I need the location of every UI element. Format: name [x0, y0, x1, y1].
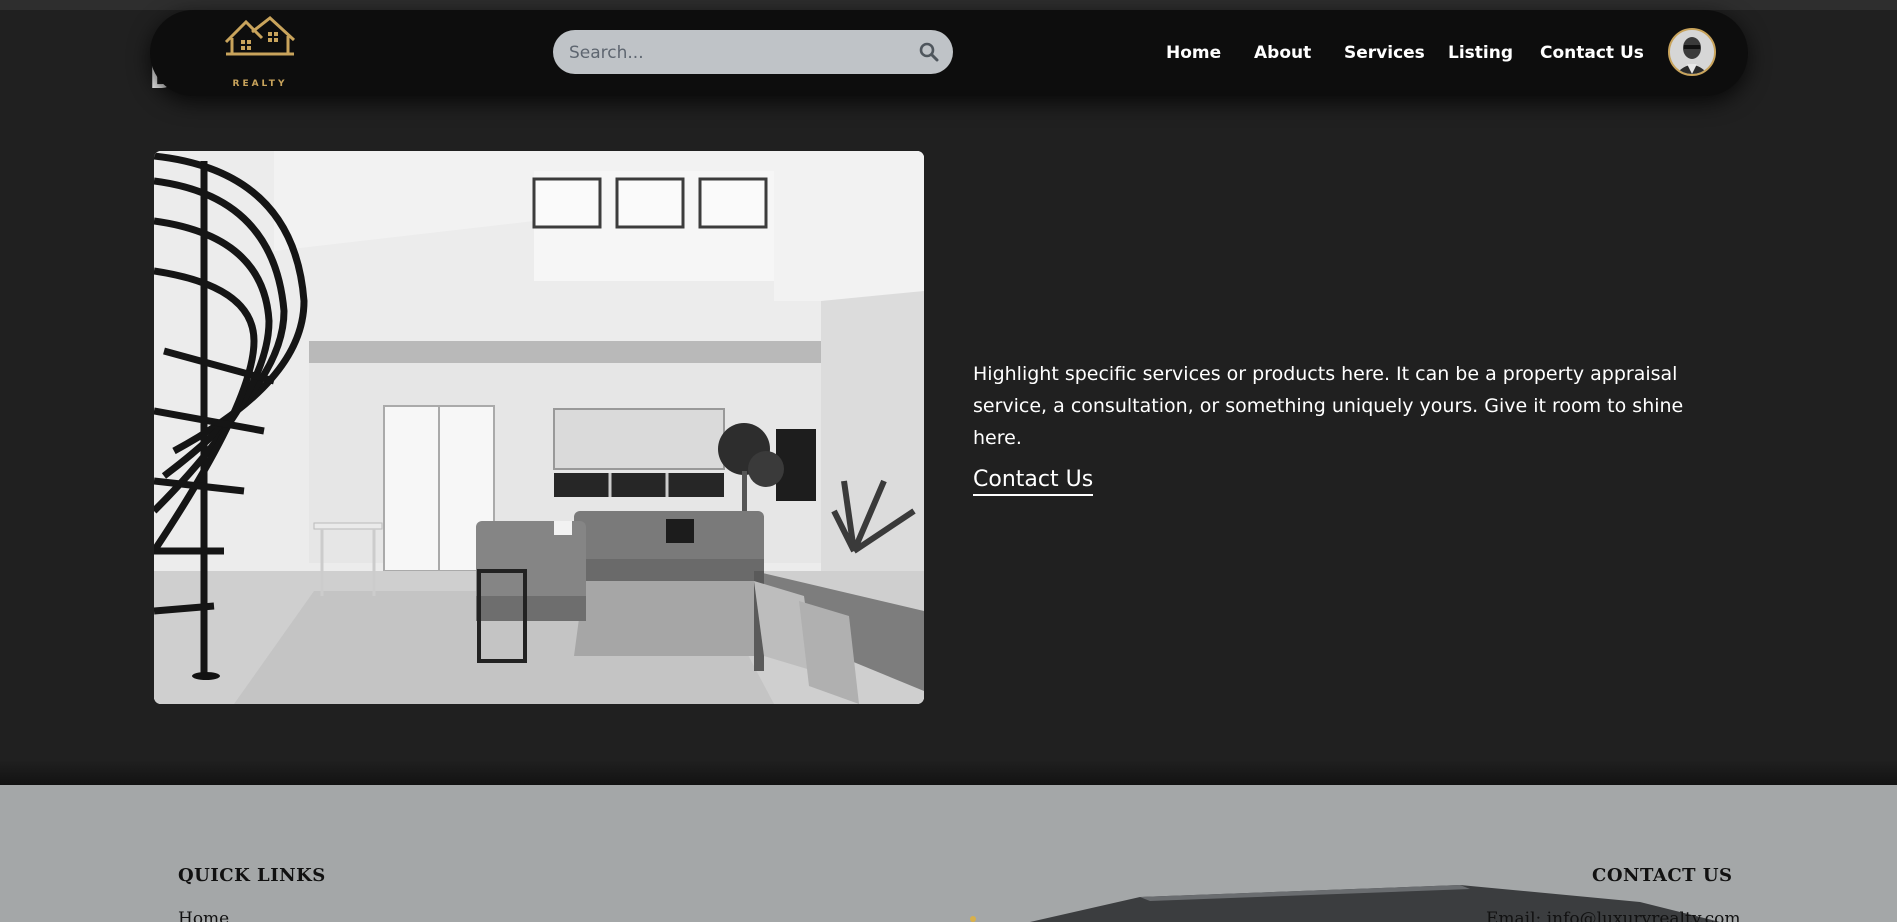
feature-description: Highlight specific services or products …: [973, 363, 1684, 449]
search-bar[interactable]: [553, 30, 953, 76]
user-avatar-icon: [1670, 30, 1714, 74]
contact-us-heading: CONTACT US: [1592, 865, 1733, 886]
house-logo-icon: [224, 16, 296, 56]
user-avatar[interactable]: [1668, 28, 1716, 76]
nav-services[interactable]: Services: [1344, 41, 1425, 65]
site-footer: QUICK LINKS Home CONTACT US Email: info@…: [0, 785, 1897, 922]
top-edge: [0, 0, 1897, 10]
search-icon[interactable]: [919, 42, 939, 62]
site-logo[interactable]: REALTY: [220, 16, 300, 89]
interior-image: [154, 151, 924, 704]
nav-about[interactable]: About: [1254, 41, 1311, 65]
search-input[interactable]: [567, 30, 901, 76]
footer-link-home[interactable]: Home: [178, 909, 229, 922]
nav-listing[interactable]: Listing: [1448, 41, 1513, 65]
living-room-photo: [154, 151, 924, 704]
quick-links-heading: QUICK LINKS: [178, 865, 326, 886]
contact-us-link[interactable]: Contact Us: [973, 466, 1094, 496]
footer-divider-shadow: [0, 760, 1897, 786]
nav-contact-us[interactable]: Contact Us: [1540, 41, 1644, 65]
footer-background-image: [0, 785, 1897, 922]
nav-home[interactable]: Home: [1166, 41, 1221, 65]
footer-email[interactable]: Email: info@luxuryrealty.com: [1486, 909, 1740, 922]
logo-wordmark: REALTY: [232, 79, 288, 89]
